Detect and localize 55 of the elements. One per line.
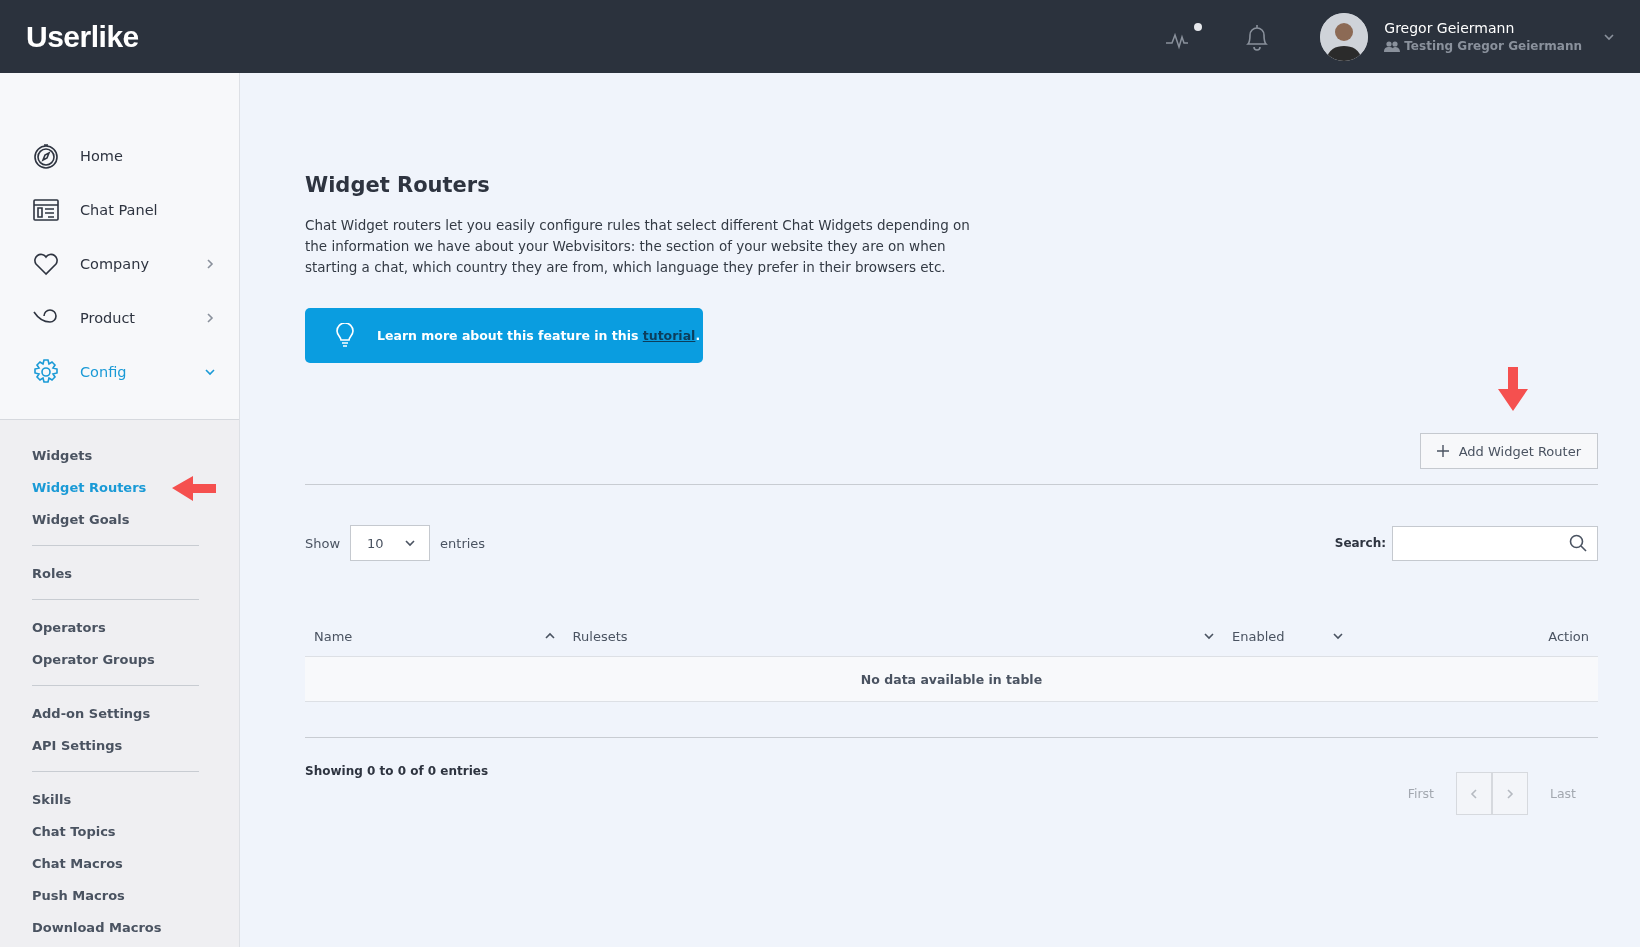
account-name: Testing Gregor Geiermann: [1404, 39, 1582, 53]
search-field[interactable]: [1392, 525, 1598, 561]
arrow-icon: [1496, 367, 1530, 411]
chevron-icon: [205, 259, 215, 269]
nav-item[interactable]: Company: [0, 237, 239, 291]
panel-icon: [32, 196, 60, 224]
chevron-icon: [1204, 630, 1215, 641]
table-info: Showing 0 to 0 of 0 entries: [305, 764, 489, 780]
chevron-icon: [205, 313, 215, 323]
nav-item[interactable]: Product: [0, 291, 239, 345]
column-header[interactable]: Action: [1548, 628, 1589, 644]
tip-text: Learn more about this feature in this tutorial.: [377, 328, 701, 343]
submenu-item[interactable]: Roles: [32, 558, 72, 590]
users-icon: [1384, 40, 1401, 52]
submenu-item[interactable]: Chat Macros: [32, 848, 123, 880]
submenu-item[interactable]: Skills: [32, 784, 72, 816]
chevron-icon: [205, 367, 215, 377]
show-label: Show: [305, 535, 341, 551]
chevron-icon: [1468, 788, 1479, 799]
chevron-icon: [544, 630, 555, 641]
add-widget-router-button[interactable]: Add Widget Router: [1419, 433, 1598, 469]
chevron-icon: [1333, 630, 1344, 641]
search-label: Search:: [1334, 536, 1386, 550]
chevron-icon: [1504, 788, 1515, 799]
submenu-item[interactable]: Widgets: [32, 440, 93, 472]
plus-icon: [1436, 445, 1449, 457]
bell-icon[interactable]: [1244, 22, 1271, 51]
submenu-item[interactable]: Add-on Settings: [32, 698, 151, 730]
chevron-icon: [1604, 32, 1614, 42]
lightbulb-icon: [335, 322, 355, 349]
submenu-item[interactable]: Push Macros: [32, 880, 125, 912]
gear-icon: [32, 358, 60, 386]
page-size-select[interactable]: 10: [350, 525, 431, 561]
submenu-item[interactable]: Widget Goals: [32, 504, 130, 536]
column-header[interactable]: Rulesets: [572, 628, 628, 644]
submenu-item[interactable]: Chat Topics: [32, 816, 116, 848]
submenu-item[interactable]: API Settings: [32, 730, 123, 762]
search-icon: [1569, 534, 1587, 552]
page-title: Widget Routers: [305, 173, 491, 197]
user-name: Gregor Geiermann: [1384, 20, 1516, 36]
tutorial-link[interactable]: tutorial: [642, 328, 696, 343]
avatar[interactable]: [1320, 12, 1369, 61]
submenu-item[interactable]: Operators: [32, 612, 106, 644]
column-header[interactable]: Name: [314, 628, 353, 644]
submenu-item[interactable]: Download Macros: [32, 912, 162, 944]
empty-message: No data available in table: [860, 671, 1043, 687]
nav-item[interactable]: Chat Panel: [0, 183, 239, 237]
entries-label: entries: [440, 535, 486, 551]
chevron-icon: [405, 538, 416, 548]
description: Chat Widget routers let you easily configure rules that select different Chat Widgets depending on the information we have about your Webvisitors: the section of your website they are on when starting a chat, which country they are from, which language they prefer in their browsers etc.: [305, 216, 971, 277]
submenu-item[interactable]: Operator Groups: [32, 644, 155, 676]
logo[interactable]: Userlike: [26, 19, 139, 54]
compass-icon: [32, 142, 60, 170]
column-header[interactable]: Enabled: [1232, 628, 1285, 644]
nav-item[interactable]: Home: [0, 129, 239, 183]
